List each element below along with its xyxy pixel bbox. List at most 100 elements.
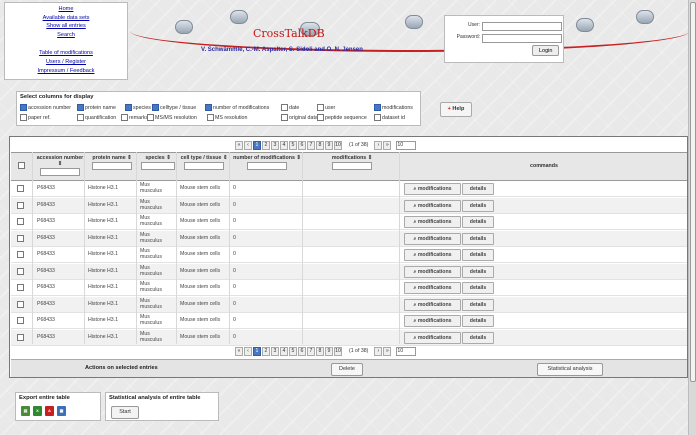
header-protein-name[interactable]: protein name ⇕ [86,155,138,170]
nav-table-of-modifications-link[interactable]: Table of modifications [5,50,127,56]
filter-species-input[interactable] [141,162,175,170]
column-checkbox[interactable] [125,104,132,111]
page-number-button[interactable]: 5 [289,347,297,356]
page-number-button[interactable]: 8 [316,347,324,356]
column-option[interactable]: remarks [121,114,148,121]
table-row[interactable]: P68433 Histone H3.1 Mus musculus Mouse stem… [11,313,687,329]
first-page-button[interactable]: « [235,347,243,356]
filter-celltype-input[interactable] [184,162,224,170]
last-page-button[interactable]: » [383,347,392,356]
table-row[interactable]: P68433 Histone H3.1 Mus musculus Mouse stem… [11,230,687,247]
column-option[interactable]: user [317,104,335,111]
rows-per-page-select[interactable]: 10 [396,347,417,356]
details-button[interactable]: details [462,199,494,212]
page-number-button[interactable]: 2 [262,347,270,356]
select-all-checkbox[interactable] [18,162,25,169]
column-option[interactable]: quantification [77,114,116,121]
modifications-button[interactable]: ⌕ modifications [404,183,461,195]
column-checkbox[interactable] [205,104,212,111]
modifications-button[interactable]: ⌕ modifications [404,282,461,294]
column-option[interactable]: dataset id [374,114,405,121]
page-number-button[interactable]: 4 [280,347,288,356]
pdf-icon[interactable]: A [45,406,54,416]
nav-impressum-feedback-link[interactable]: Impressum / Feedback [5,68,127,74]
column-option[interactable]: date [281,104,299,111]
column-option[interactable]: peptide sequence [317,114,367,121]
row-checkbox[interactable] [17,251,24,258]
details-button[interactable]: details [462,282,494,294]
column-option[interactable]: original data [281,114,318,121]
row-checkbox[interactable] [17,218,24,225]
header-number-of-modifications[interactable]: number of modifications ⇕ [231,155,303,170]
column-option[interactable]: modifications [374,104,413,111]
row-checkbox[interactable] [17,185,24,192]
filter-modifications-input[interactable] [332,162,372,170]
page-number-button[interactable]: 5 [289,141,297,150]
nav-search-link[interactable]: Search [5,32,127,38]
table-row[interactable]: P68433 Histone H3.1 Mus musculus Mouse stem… [11,214,687,230]
details-button[interactable]: details [462,331,494,344]
help-button[interactable]: + Help [440,102,472,117]
row-checkbox[interactable] [17,300,24,308]
column-checkbox[interactable] [374,114,381,121]
table-row[interactable]: P68433 Histone H3.1 Mus musculus Mouse stem… [11,181,687,197]
column-option[interactable]: number of modifications [205,104,269,111]
page-number-button[interactable]: 9 [325,347,333,356]
page-number-button[interactable]: 1 [253,141,261,150]
vertical-scrollbar[interactable] [688,0,696,435]
delete-button[interactable]: Delete [331,363,363,376]
details-button[interactable]: details [462,183,494,195]
table-row[interactable]: P68433 Histone H3.1 Mus musculus Mouse stem… [11,329,687,346]
csv-icon[interactable]: ▤ [21,406,30,416]
login-button[interactable]: Login [532,45,559,56]
modifications-button[interactable]: ⌕ modifications [404,298,461,311]
details-button[interactable]: details [462,298,494,311]
page-number-button[interactable]: 10 [334,347,342,356]
filter-accession-input[interactable] [40,168,80,176]
user-input[interactable] [482,22,562,31]
column-checkbox[interactable] [317,104,324,111]
page-number-button[interactable]: 2 [262,141,270,150]
table-row[interactable]: P68433 Histone H3.1 Mus musculus Mouse stem… [11,280,687,296]
column-checkbox[interactable] [20,104,27,111]
nav-users-register-link[interactable]: Users / Register [5,59,127,65]
xls-icon[interactable]: X [33,406,42,416]
column-option[interactable]: paper ref. [20,114,51,121]
previous-page-button[interactable]: ‹ [244,347,252,356]
table-row[interactable]: P68433 Histone H3.1 Mus musculus Mouse stem… [11,197,687,214]
header-accession-number[interactable]: accession number ⇕ [35,155,85,176]
column-checkbox[interactable] [374,104,381,111]
modifications-button[interactable]: ⌕ modifications [404,265,461,278]
column-checkbox[interactable] [121,114,128,121]
page-number-button[interactable]: 4 [280,141,288,150]
column-option[interactable]: celltype / tissue [152,104,196,111]
filter-protein-input[interactable] [92,162,132,170]
next-page-button[interactable]: › [374,347,383,356]
column-checkbox[interactable] [207,114,214,121]
column-option[interactable]: MS resolution [207,114,247,121]
table-row[interactable]: P68433 Histone H3.1 Mus musculus Mouse stem… [11,263,687,280]
details-button[interactable]: details [462,216,494,228]
row-checkbox[interactable] [17,234,24,242]
column-option[interactable]: species [125,104,151,111]
xml-icon[interactable]: ▦ [57,406,66,416]
column-checkbox[interactable] [147,114,154,121]
row-checkbox[interactable] [17,333,24,341]
modifications-button[interactable]: ⌕ modifications [404,249,461,261]
row-checkbox[interactable] [17,317,24,324]
details-button[interactable]: details [462,249,494,261]
page-number-button[interactable]: 7 [307,141,315,150]
column-checkbox[interactable] [317,114,324,121]
page-number-button[interactable]: 9 [325,141,333,150]
page-number-button[interactable]: 1 [253,347,261,356]
column-checkbox[interactable] [281,104,288,111]
details-button[interactable]: details [462,315,494,327]
nav-home-link[interactable]: Home [5,6,127,12]
row-checkbox[interactable] [17,267,24,275]
column-option[interactable]: MS/MS resolution [147,114,197,121]
next-page-button[interactable]: › [374,141,383,150]
row-checkbox[interactable] [17,201,24,209]
statistical-analysis-button[interactable]: Statistical analysis [537,363,603,376]
column-option[interactable]: protein name [77,104,116,111]
previous-page-button[interactable]: ‹ [244,141,252,150]
